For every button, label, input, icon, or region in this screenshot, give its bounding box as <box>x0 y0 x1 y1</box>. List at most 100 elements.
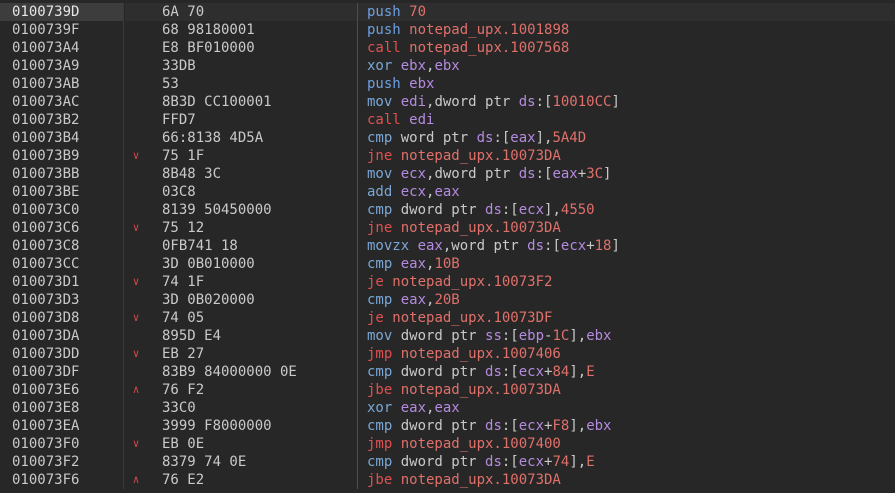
address-cell[interactable]: 010073DA <box>0 327 124 345</box>
bytes-cell: FFD7 <box>162 112 196 128</box>
asm-token: ebx <box>434 58 460 74</box>
address-cell[interactable]: 010073B4 <box>0 129 124 147</box>
disasm-row[interactable]: 010073F6 ∧ 76 E2 jbe notepad_upx.10073DA <box>0 471 895 489</box>
disasm-row[interactable]: 010073B9 ∨ 75 1F jne notepad_upx.10073DA <box>0 147 895 165</box>
disasm-row[interactable]: 0100739D 6A 70 push 70 <box>0 3 895 21</box>
asm-token: 84 <box>552 364 570 380</box>
jump-arrow-icon <box>129 165 143 183</box>
asm-token: :[ <box>501 418 519 434</box>
address-cell[interactable]: 010073B9 <box>0 147 124 165</box>
disasm-row[interactable]: 010073F2 8379 74 0E cmp dword ptr ds:[ecx+… <box>0 453 895 471</box>
jump-down-arrow-icon: ∨ <box>132 275 140 288</box>
disasm-row[interactable]: 010073AB 53 push ebx <box>0 75 895 93</box>
address-cell[interactable]: 010073D3 <box>0 291 124 309</box>
disasm-row[interactable]: 010073AC 8B3D CC100001 mov edi,dword ptr d… <box>0 93 895 111</box>
disasm-row[interactable]: 010073CC 3D 0B010000 cmp eax,10B <box>0 255 895 273</box>
address-cell[interactable]: 010073BB <box>0 165 124 183</box>
address-cell[interactable]: 010073C0 <box>0 201 124 219</box>
asm-token: notepad_upx.1007406 <box>400 346 561 362</box>
address-cell[interactable]: 0100739F <box>0 21 124 39</box>
asm-token: jne <box>367 220 401 236</box>
disasm-row[interactable]: 010073E8 33C0 xor eax,eax <box>0 399 895 417</box>
asm-token: + <box>577 166 587 182</box>
asm-token: notepad_upx.10073DA <box>400 382 561 398</box>
column-separator <box>357 471 358 489</box>
jump-arrow-icon <box>129 183 143 201</box>
disasm-row[interactable]: 010073DA 895D E4 mov dword ptr ss:[ebp-1C]… <box>0 327 895 345</box>
disasm-row[interactable]: 010073BE 03C8 add ecx,eax <box>0 183 895 201</box>
assembly-cell: call edi <box>367 111 434 129</box>
asm-token: ebx <box>586 418 612 434</box>
disasm-row[interactable]: 010073C6 ∨ 75 12 jne notepad_upx.10073DA <box>0 219 895 237</box>
asm-token: call <box>367 40 410 56</box>
disasm-row[interactable]: 010073C8 0FB741 18 movzx eax,word ptr ds:[… <box>0 237 895 255</box>
address-cell[interactable]: 010073D1 <box>0 273 124 291</box>
address-cell[interactable]: 010073DF <box>0 363 124 381</box>
asm-token: ], <box>569 328 587 344</box>
asm-token: xor <box>367 400 401 416</box>
asm-token: add <box>367 184 401 200</box>
disasm-row[interactable]: 010073B4 66:8138 4D5A cmp word ptr ds:[eax… <box>0 129 895 147</box>
disasm-row[interactable]: 010073A9 33DB xor ebx,ebx <box>0 57 895 75</box>
assembly-cell: cmp dword ptr ds:[ecx+F8],ebx <box>367 417 611 435</box>
column-separator <box>357 453 358 471</box>
bytes-cell: 8379 74 0E <box>162 454 247 470</box>
disasm-row[interactable]: 010073A4 E8 BF010000 call notepad_upx.1007… <box>0 39 895 57</box>
bytes-cell: 8B3D CC100001 <box>162 94 272 110</box>
address-cell[interactable]: 010073CC <box>0 255 124 273</box>
jump-arrow-icon <box>129 57 143 75</box>
jump-down-arrow-icon: ∨ <box>132 221 140 234</box>
jump-arrow-icon <box>129 3 143 21</box>
asm-token: ecx <box>518 202 545 218</box>
address-cell[interactable]: 010073F6 <box>0 471 124 489</box>
address-cell[interactable]: 010073DD <box>0 345 124 363</box>
asm-token: ecx <box>518 364 545 380</box>
disassembly-view[interactable]: 0100739D 6A 70 push 70 0100739F 68 98180001 p… <box>0 0 895 493</box>
jump-arrow-icon <box>129 255 143 273</box>
address-cell[interactable]: 010073C8 <box>0 237 124 255</box>
assembly-cell: jmp notepad_upx.1007406 <box>367 345 561 363</box>
asm-token: notepad_upx.1001898 <box>409 22 570 38</box>
bytes-cell: 03C8 <box>162 184 196 200</box>
disasm-row[interactable]: 010073EA 3999 F8000000 cmp dword ptr ds:[e… <box>0 417 895 435</box>
bytes-cell: 33C0 <box>162 400 196 416</box>
disasm-row[interactable]: 010073F0 ∨ EB 0E jmp notepad_upx.1007400 <box>0 435 895 453</box>
disasm-row[interactable]: 010073D3 3D 0B020000 cmp eax,20B <box>0 291 895 309</box>
asm-token: ds <box>485 364 502 380</box>
address-cell[interactable]: 010073F2 <box>0 453 124 471</box>
address-cell[interactable]: 0100739D <box>0 3 124 21</box>
bytes-cell: 83B9 84000000 0E <box>162 364 297 380</box>
disasm-row[interactable]: 010073E6 ∧ 76 F2 jbe notepad_upx.10073DA <box>0 381 895 399</box>
asm-token: cmp <box>367 202 401 218</box>
column-separator <box>357 21 358 39</box>
address-cell[interactable]: 010073E6 <box>0 381 124 399</box>
address-cell[interactable]: 010073A9 <box>0 57 124 75</box>
address-cell[interactable]: 010073B2 <box>0 111 124 129</box>
address-cell[interactable]: 010073C6 <box>0 219 124 237</box>
asm-token: ] <box>603 166 612 182</box>
address-cell[interactable]: 010073E8 <box>0 399 124 417</box>
address-cell[interactable]: 010073AC <box>0 93 124 111</box>
asm-token: jbe <box>367 382 401 398</box>
disasm-row[interactable]: 010073D8 ∨ 74 05 je notepad_upx.10073DF <box>0 309 895 327</box>
asm-token: :[ <box>501 364 519 380</box>
asm-token: ], <box>535 130 553 146</box>
disasm-row[interactable]: 010073B2 FFD7 call edi <box>0 111 895 129</box>
address-cell[interactable]: 010073BE <box>0 183 124 201</box>
address-cell[interactable]: 010073A4 <box>0 39 124 57</box>
column-separator <box>357 39 358 57</box>
address-cell[interactable]: 010073D8 <box>0 309 124 327</box>
address-cell[interactable]: 010073EA <box>0 417 124 435</box>
disasm-row[interactable]: 010073C0 8139 50450000 cmp dword ptr ds:[e… <box>0 201 895 219</box>
disasm-row[interactable]: 0100739F 68 98180001 push notepad_upx.1001… <box>0 21 895 39</box>
disasm-row[interactable]: 010073DD ∨ EB 27 jmp notepad_upx.1007406 <box>0 345 895 363</box>
asm-token: :[ <box>501 454 519 470</box>
bytes-cell: 66:8138 4D5A <box>162 130 264 146</box>
disasm-row[interactable]: 010073DF 83B9 84000000 0E cmp dword ptr ds… <box>0 363 895 381</box>
disasm-row[interactable]: 010073D1 ∨ 74 1F je notepad_upx.10073F2 <box>0 273 895 291</box>
jump-arrow-icon <box>129 129 143 147</box>
asm-token: notepad_upx.1007400 <box>400 436 561 452</box>
address-cell[interactable]: 010073AB <box>0 75 124 93</box>
address-cell[interactable]: 010073F0 <box>0 435 124 453</box>
disasm-row[interactable]: 010073BB 8B48 3C mov ecx,dword ptr ds:[eax… <box>0 165 895 183</box>
